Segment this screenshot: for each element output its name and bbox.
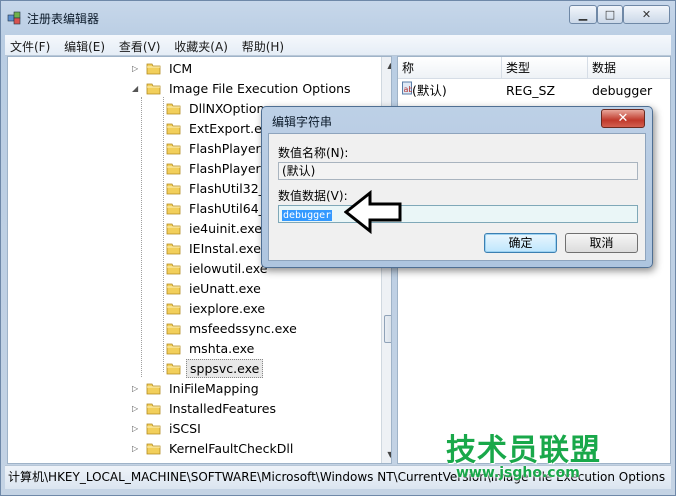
tree-item-label: IniFileMapping (169, 381, 259, 396)
tree-item-label: iSCSI (169, 421, 201, 436)
value-data-input[interactable]: debugger (278, 205, 638, 223)
tree-item-label: ICM (169, 61, 193, 76)
expand-icon[interactable]: ▷ (132, 404, 138, 413)
tree-item[interactable]: Image File Execution Options (146, 79, 354, 99)
tree-item-label: msfeedssync.exe (189, 321, 297, 336)
tree-item[interactable]: msfeedssync.exe (166, 319, 300, 339)
tree-guide-line (163, 97, 164, 372)
title-bar[interactable]: 注册表编辑器 ▁ □ ✕ (1, 1, 675, 33)
menu-help[interactable]: 帮助(H) (237, 35, 289, 55)
tree-item[interactable]: iSCSI (146, 419, 204, 439)
folder-icon (166, 323, 181, 335)
folder-icon (146, 63, 161, 75)
tree-item[interactable]: InstalledFeatures (146, 399, 279, 419)
tree-item-label: ie4uinit.exe (189, 221, 262, 236)
scroll-up-icon[interactable]: ▲ (382, 57, 391, 74)
tree-item-label: InstalledFeatures (169, 401, 277, 416)
menu-view[interactable]: 查看(V) (114, 35, 166, 55)
value-string-icon: ab (402, 81, 413, 101)
dialog-body: 数值名称(N): (默认) 数值数据(V): debugger 确定 取消 (268, 133, 646, 261)
window-title: 注册表编辑器 (27, 12, 100, 26)
column-name-header[interactable]: 称 (398, 57, 502, 79)
maximize-button[interactable]: □ (597, 5, 623, 24)
tree-item[interactable]: ieUnatt.exe (166, 279, 264, 299)
tree-item-label: mshta.exe (189, 341, 255, 356)
folder-icon (166, 243, 181, 255)
tree-item-label: iexplore.exe (189, 301, 266, 316)
tree-item-label: Image File Execution Options (169, 81, 351, 96)
regedit-app-icon (7, 11, 21, 25)
expand-icon[interactable]: ▷ (132, 64, 138, 73)
value-name[interactable]: (默认) (412, 81, 447, 101)
dialog-close-button[interactable]: ✕ (601, 109, 645, 128)
folder-icon (166, 263, 181, 275)
column-type-header[interactable]: 类型 (502, 57, 588, 79)
folder-icon (166, 103, 181, 115)
tree-item[interactable]: mshta.exe (166, 339, 257, 359)
scroll-thumb[interactable] (384, 315, 391, 343)
folder-icon (166, 203, 181, 215)
tree-item[interactable]: IEInstal.exe (166, 239, 264, 259)
folder-icon (166, 163, 181, 175)
tree-guide-line (141, 97, 142, 377)
folder-icon (146, 403, 161, 415)
menu-favorites[interactable]: 收藏夹(A) (169, 35, 233, 55)
watermark: 技术员联盟 www.jsgho.com (446, 425, 672, 493)
scroll-down-icon[interactable]: ▼ (382, 446, 391, 463)
menu-file[interactable]: 文件(F) (5, 35, 55, 55)
tree-item[interactable]: DllNXOptions (166, 99, 274, 119)
tree-item[interactable]: sppsvc.exe (166, 359, 264, 379)
menu-bar: 文件(F) 编辑(E) 查看(V) 收藏夹(A) 帮助(H) (5, 35, 671, 56)
folder-icon (146, 443, 161, 455)
edit-string-dialog: 编辑字符串 ✕ 数值名称(N): (默认) 数值数据(V): debugger … (261, 106, 653, 268)
folder-icon (146, 83, 161, 95)
watermark-text: 技术员联盟 (446, 433, 601, 468)
folder-icon (146, 383, 161, 395)
tree-item-label: ielowutil.exe (189, 261, 268, 276)
value-name-text: (默认) (282, 164, 316, 178)
tree-item-label: IEInstal.exe (189, 241, 261, 256)
folder-icon (166, 343, 181, 355)
value-data: debugger (592, 83, 653, 98)
folder-icon (166, 283, 181, 295)
tree-item-label: sppsvc.exe (186, 359, 264, 378)
expand-icon[interactable]: ▷ (132, 424, 138, 433)
folder-icon (146, 423, 161, 435)
expand-icon[interactable]: ▷ (132, 444, 138, 453)
expand-icon[interactable]: ▷ (132, 384, 138, 393)
folder-icon (166, 363, 181, 375)
close-button[interactable]: ✕ (623, 5, 670, 24)
watermark-url: www.jsgho.com (456, 465, 580, 481)
tree-item-label: KernelFaultCheckDll (169, 441, 294, 456)
tree-item-label: ieUnatt.exe (189, 281, 261, 296)
minimize-button[interactable]: ▁ (569, 5, 597, 24)
folder-icon (166, 303, 181, 315)
tree-item[interactable]: ielowutil.exe (166, 259, 270, 279)
value-data-label: 数值数据(V): (278, 189, 348, 203)
tree-item[interactable]: IniFileMapping (146, 379, 262, 399)
svg-text:ab: ab (404, 85, 413, 94)
value-name-label: 数值名称(N): (278, 146, 349, 160)
dialog-title: 编辑字符串 (272, 115, 333, 129)
collapse-icon[interactable]: ◢ (132, 84, 138, 93)
arrow-pointer-icon (344, 190, 402, 234)
value-name-field: (默认) (278, 162, 638, 180)
tree-item[interactable]: ICM (146, 59, 195, 79)
cancel-button[interactable]: 取消 (565, 233, 638, 253)
tree-item[interactable]: iexplore.exe (166, 299, 268, 319)
value-type: REG_SZ (506, 83, 556, 98)
tree-item[interactable]: KernelFaultCheckDll (146, 439, 296, 459)
ok-button[interactable]: 确定 (484, 233, 557, 253)
folder-icon (166, 123, 181, 135)
column-data-header[interactable]: 数据 (588, 57, 670, 79)
folder-icon (166, 183, 181, 195)
folder-icon (166, 223, 181, 235)
folder-icon (166, 143, 181, 155)
menu-edit[interactable]: 编辑(E) (59, 35, 110, 55)
tree-item[interactable]: ie4uinit.exe (166, 219, 265, 239)
value-data-text[interactable]: debugger (282, 210, 333, 221)
